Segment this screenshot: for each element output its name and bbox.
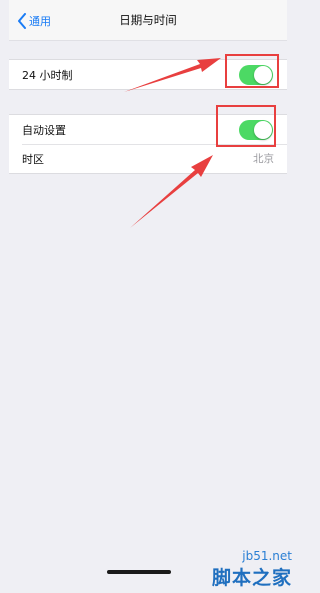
watermark: jb51.net 脚本之家	[212, 549, 292, 590]
annotation-arrow-icon	[130, 155, 213, 228]
watermark-url: jb51.net	[242, 549, 292, 563]
watermark-name: 脚本之家	[211, 567, 292, 589]
annotation-arrow-icon	[124, 58, 221, 92]
annotation-arrows	[124, 58, 221, 228]
